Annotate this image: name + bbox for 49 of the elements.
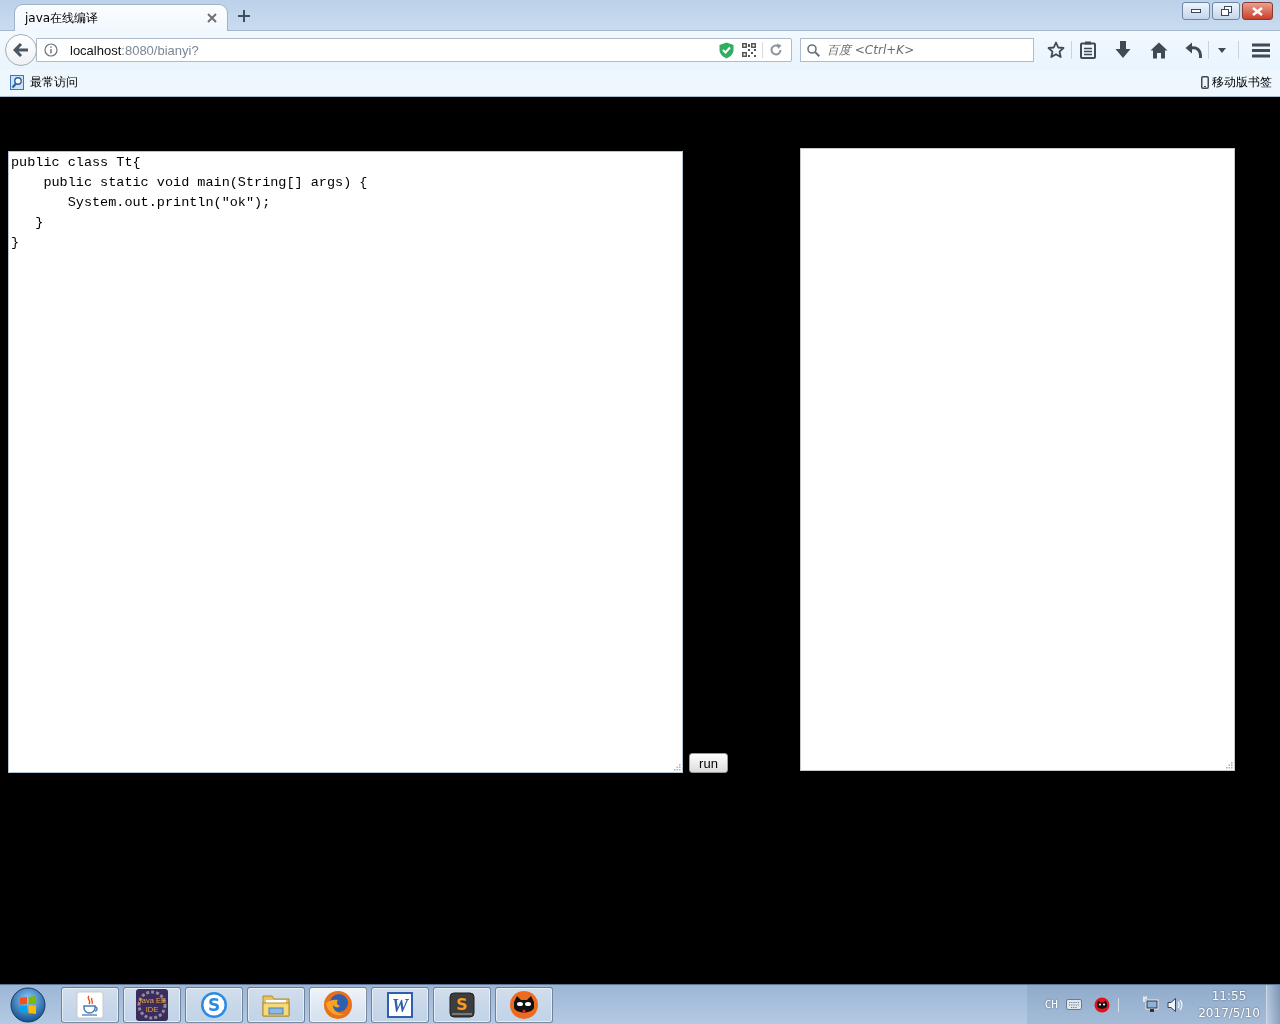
speaker-icon[interactable] xyxy=(1167,996,1183,1013)
bookmark-item[interactable]: 最常访问 xyxy=(30,74,78,91)
undo-icon[interactable] xyxy=(1185,41,1203,59)
cat-mask-icon xyxy=(509,989,539,1020)
coffee-cup-icon xyxy=(76,990,104,1019)
restore-button[interactable] xyxy=(1212,2,1240,20)
run-button[interactable]: run xyxy=(689,753,728,773)
reload-icon[interactable] xyxy=(769,43,783,57)
taskbar-button[interactable] xyxy=(495,986,553,1023)
network-icon[interactable] xyxy=(1142,996,1159,1013)
qr-code-icon[interactable] xyxy=(742,43,756,57)
address-field[interactable]: localhost:8080/bianyi? xyxy=(36,38,792,62)
cat-mask-icon[interactable] xyxy=(1094,996,1110,1013)
browser-tab[interactable]: java在线编译 xyxy=(14,4,228,31)
taskbar-button[interactable]: S xyxy=(433,986,491,1023)
close-icon xyxy=(1252,6,1263,16)
back-button[interactable] xyxy=(5,34,37,66)
s-tile-icon: S xyxy=(448,990,476,1019)
phone-icon xyxy=(1201,76,1209,89)
page-search-icon xyxy=(10,75,24,90)
taskbar-button[interactable]: S xyxy=(185,986,243,1023)
plus-icon[interactable] xyxy=(238,10,250,22)
code-editor[interactable]: public class Tt{ public static void main(String[] args) { System.out.println("ok"); } } xyxy=(8,151,683,773)
fox-globe-icon xyxy=(323,989,353,1020)
caret-icon[interactable] xyxy=(1218,47,1226,53)
info-icon[interactable] xyxy=(44,43,58,57)
close-button[interactable] xyxy=(1242,2,1273,20)
bookmark-item[interactable]: 移动版书签 xyxy=(1212,74,1272,91)
minimize-icon xyxy=(1191,9,1201,13)
clipboard-icon[interactable] xyxy=(1080,41,1096,59)
minimize-button[interactable] xyxy=(1182,2,1210,20)
menu-icon[interactable] xyxy=(1252,42,1270,58)
resize-grip-icon[interactable] xyxy=(1226,762,1233,769)
download-icon[interactable] xyxy=(1115,41,1131,59)
w-document-icon: W xyxy=(386,990,414,1019)
resize-grip-icon[interactable] xyxy=(674,764,681,771)
s-circle-icon: S xyxy=(200,990,228,1019)
search-field[interactable]: 百度 <Ctrl+K> xyxy=(800,38,1034,62)
arrow-left-icon xyxy=(13,43,29,57)
star-icon[interactable] xyxy=(1047,41,1065,59)
start-orb-icon[interactable] xyxy=(10,986,46,1023)
url-text: localhost:8080/bianyi? xyxy=(70,42,199,58)
shield-check-icon[interactable] xyxy=(719,41,734,59)
restore-icon xyxy=(1220,6,1232,16)
close-icon[interactable] xyxy=(207,13,217,23)
home-icon[interactable] xyxy=(1150,41,1168,59)
search-icon xyxy=(807,44,820,57)
taskbar-button[interactable]: W xyxy=(371,986,429,1023)
keyboard-icon[interactable] xyxy=(1066,999,1082,1010)
